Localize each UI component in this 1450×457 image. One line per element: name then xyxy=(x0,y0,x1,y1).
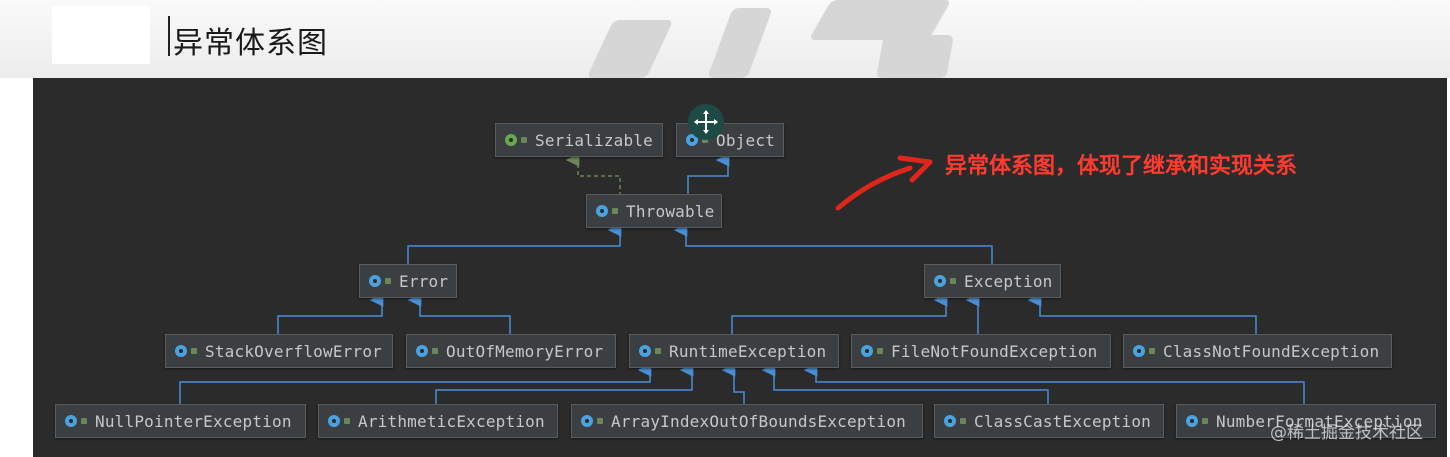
access-icon xyxy=(432,348,438,354)
class-icon xyxy=(175,345,187,357)
node-label: Error xyxy=(399,271,449,291)
access-icon xyxy=(877,348,883,354)
node-label: StackOverflowError xyxy=(205,341,382,361)
class-node-stackoverflowerror: StackOverflowError xyxy=(165,334,393,368)
class-node-serializable: Serializable xyxy=(495,123,663,157)
interface-icon xyxy=(505,134,517,146)
class-icon xyxy=(934,275,946,287)
access-icon xyxy=(385,278,391,284)
inheritance-lines xyxy=(179,153,1305,404)
class-icon xyxy=(416,345,428,357)
class-icon xyxy=(1133,345,1145,357)
node-label: ArrayIndexOutOfBoundsException xyxy=(611,411,906,431)
node-label: ClassCastException xyxy=(974,411,1151,431)
node-label: OutOfMemoryError xyxy=(446,341,604,361)
watermark-credit: @稀土掘金技术社区 xyxy=(1270,423,1423,443)
class-icon xyxy=(944,415,956,427)
class-icon xyxy=(581,415,593,427)
class-node-exception: Exception xyxy=(924,264,1061,298)
annotation-arrow xyxy=(835,165,913,211)
class-node-nullpointerexception: NullPointerException xyxy=(55,404,306,438)
mouse-pointer-highlight xyxy=(688,104,724,140)
class-node-filenotfoundexception: FileNotFoundException xyxy=(851,334,1111,368)
class-icon xyxy=(328,415,340,427)
access-icon xyxy=(521,137,527,143)
access-icon xyxy=(191,348,197,354)
node-label: FileNotFoundException xyxy=(891,341,1098,361)
class-icon xyxy=(861,345,873,357)
access-icon xyxy=(81,418,87,424)
access-icon xyxy=(1202,418,1208,424)
class-node-classcastexception: ClassCastException xyxy=(934,404,1164,438)
class-node-arithmeticexception: ArithmeticException xyxy=(318,404,558,438)
class-icon xyxy=(596,205,608,217)
class-node-runtimeexception: RuntimeException xyxy=(629,334,839,368)
access-icon xyxy=(1149,348,1155,354)
annotation-text: 异常体系图，体现了继承和实现关系 xyxy=(945,153,1298,179)
node-label: RuntimeException xyxy=(669,341,827,361)
access-icon xyxy=(344,418,350,424)
access-icon xyxy=(950,278,956,284)
class-icon xyxy=(65,415,77,427)
move-cursor-icon xyxy=(694,110,718,134)
access-icon xyxy=(655,348,661,354)
class-node-arrayindexoutofboundsexception: ArrayIndexOutOfBoundsException xyxy=(571,404,923,438)
class-node-error: Error xyxy=(359,264,457,298)
node-label: Serializable xyxy=(535,130,653,150)
class-icon xyxy=(1186,415,1198,427)
class-node-throwable: Throwable xyxy=(586,194,722,228)
access-icon xyxy=(960,418,966,424)
node-label: Exception xyxy=(964,271,1053,291)
class-node-outofmemoryerror: OutOfMemoryError xyxy=(406,334,616,368)
access-icon xyxy=(597,418,603,424)
node-label: NullPointerException xyxy=(95,411,292,431)
class-node-classnotfoundexception: ClassNotFoundException xyxy=(1123,334,1392,368)
node-label: ArithmeticException xyxy=(358,411,545,431)
node-label: ClassNotFoundException xyxy=(1163,341,1380,361)
class-icon xyxy=(369,275,381,287)
class-icon xyxy=(639,345,651,357)
node-label: Throwable xyxy=(626,201,715,221)
access-icon xyxy=(612,208,618,214)
node-label: Object xyxy=(716,130,775,150)
